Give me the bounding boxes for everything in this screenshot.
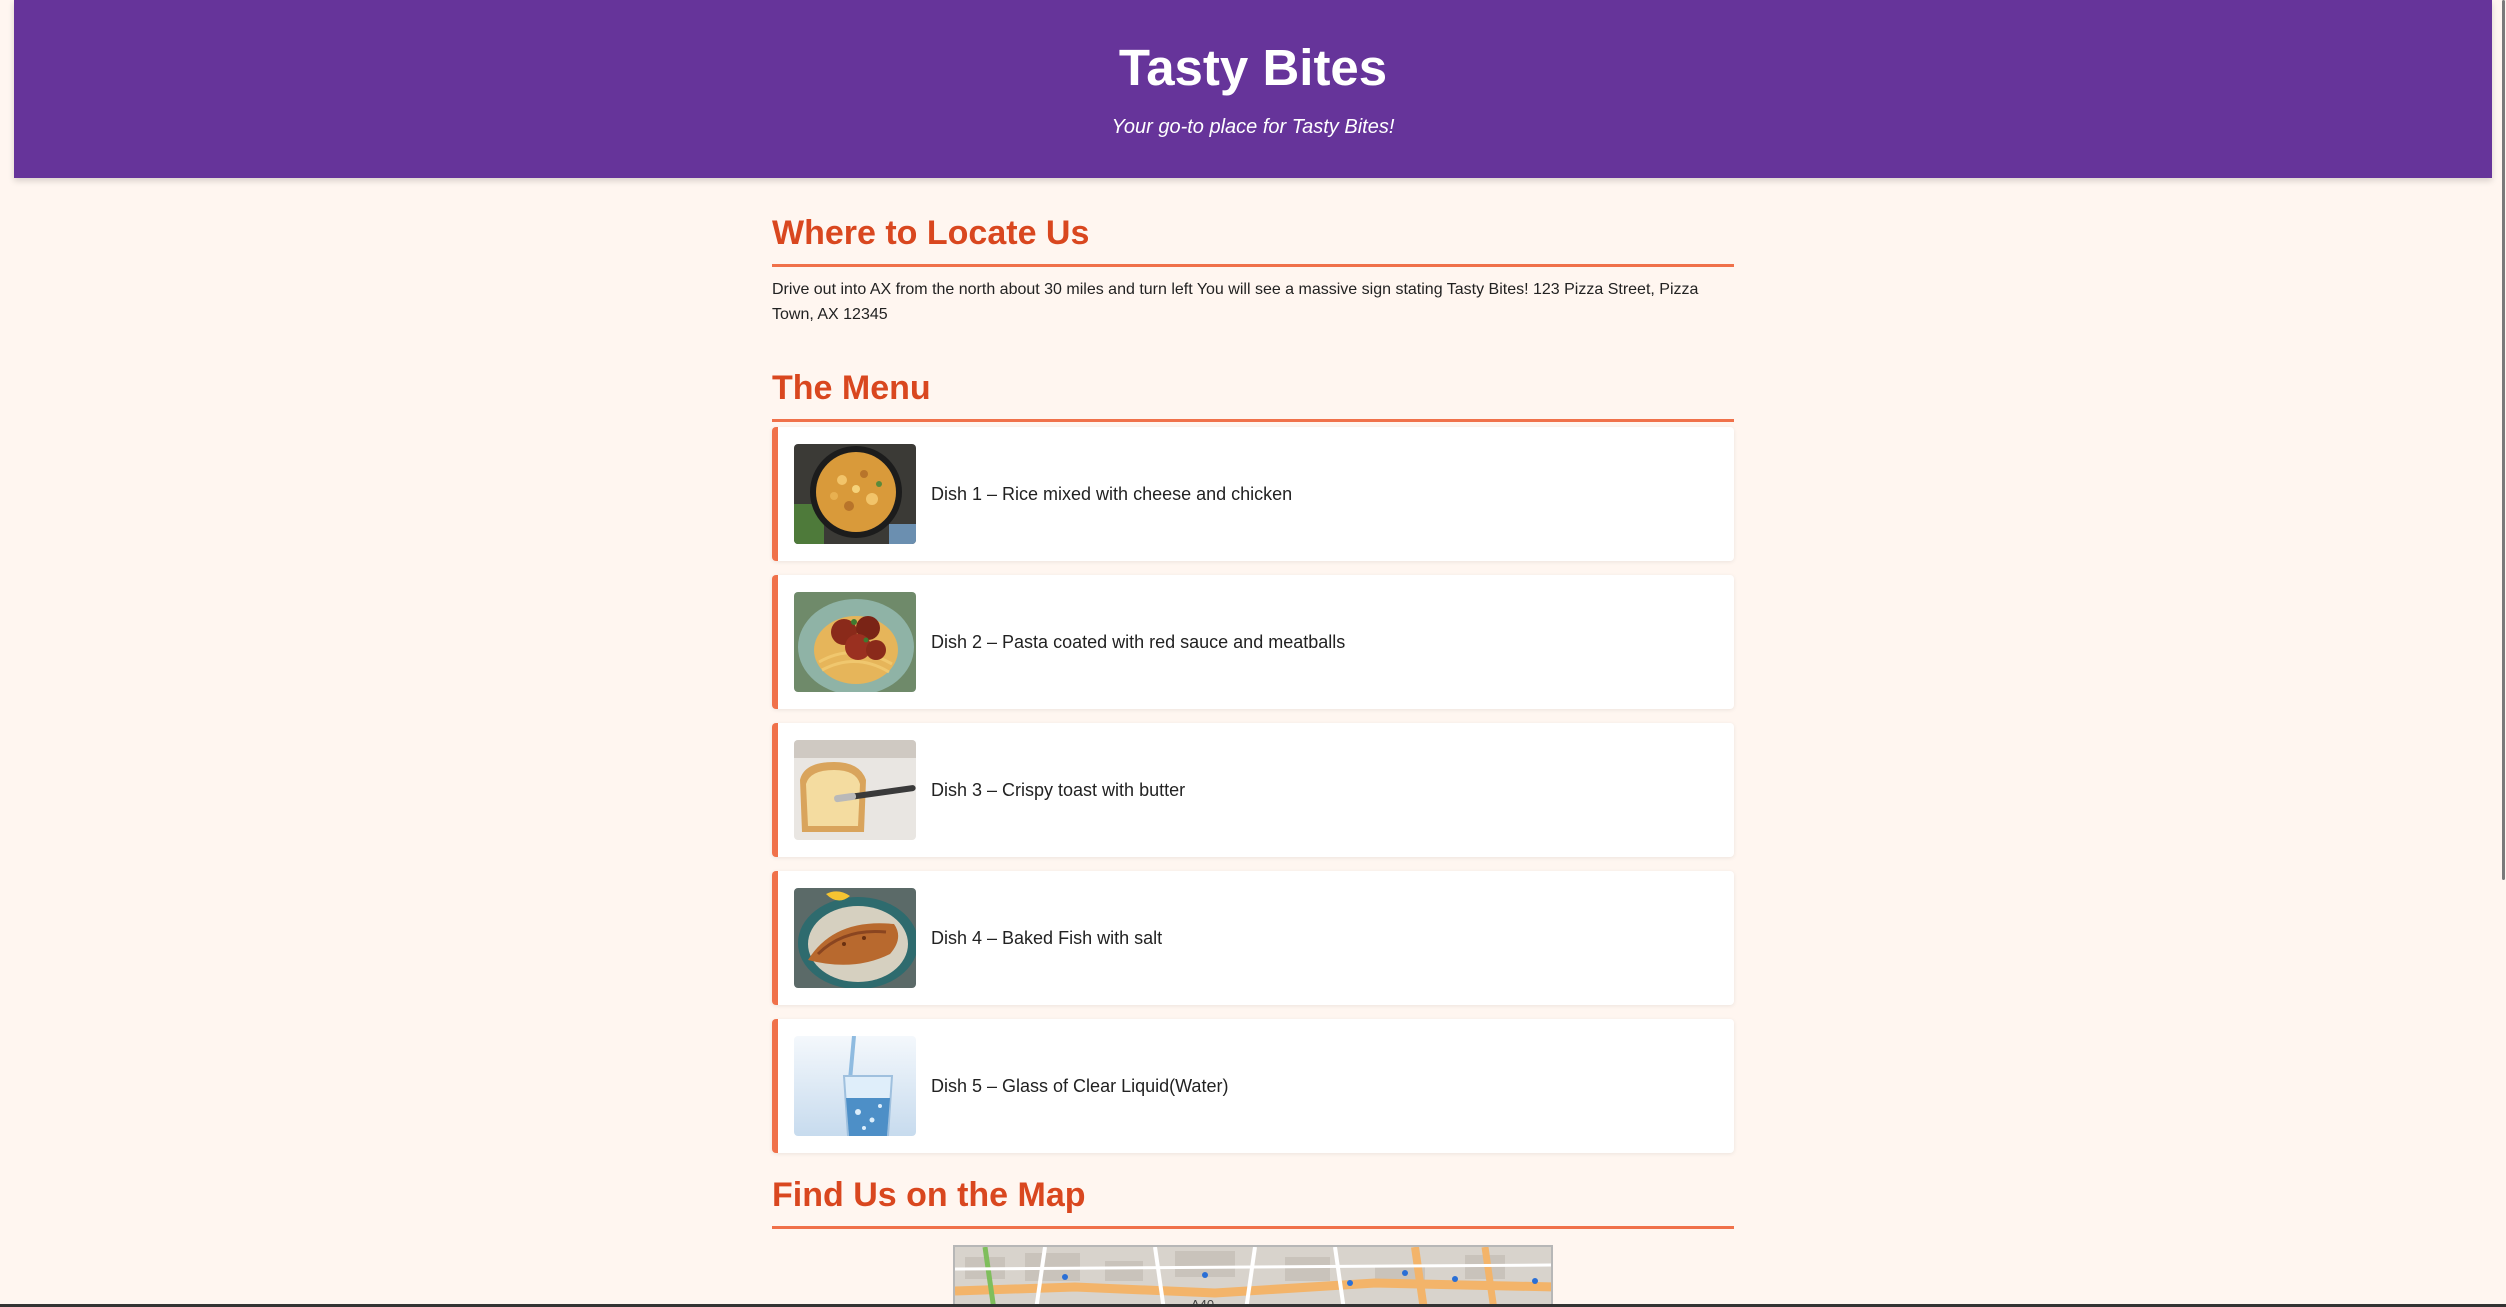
menu-item-dish-3: Dish 3 – Crispy toast with butter <box>772 723 1734 857</box>
dish-label: Dish 2 – Pasta coated with red sauce and… <box>931 631 1346 652</box>
dish-label: Dish 5 – Glass of Clear Liquid(Water) <box>931 1075 1229 1096</box>
scrollbar-thumb[interactable] <box>2502 0 2505 880</box>
menu-item-dish-1: Dish 1 – Rice mixed with cheese and chic… <box>772 427 1734 561</box>
main-content: Where to Locate Us Drive out into AX fro… <box>772 178 1734 1307</box>
site-title: Tasty Bites <box>1118 39 1388 96</box>
dish-label: Dish 3 – Crispy toast with butter <box>931 779 1186 800</box>
menu-heading: The Menu <box>772 367 1734 422</box>
rice-dish-icon <box>794 444 916 544</box>
dish-label: Dish 4 – Baked Fish with salt <box>931 927 1163 948</box>
locate-heading: Where to Locate Us <box>772 212 1734 267</box>
menu-item-dish-2: Dish 2 – Pasta coated with red sauce and… <box>772 575 1734 709</box>
site-header: Tasty Bites Your go-to place for Tasty B… <box>14 0 2492 178</box>
locate-section: Where to Locate Us Drive out into AX fro… <box>772 212 1734 327</box>
menu-section: The Menu Dish 1 – Rice mixed with cheese… <box>772 367 1734 1153</box>
menu-item-dish-5: Dish 5 – Glass of Clear Liquid(Water) <box>772 1019 1734 1153</box>
page: Tasty Bites Your go-to place for Tasty B… <box>0 0 2506 1307</box>
water-glass-icon <box>794 1036 916 1136</box>
menu-item-dish-4: Dish 4 – Baked Fish with salt <box>772 871 1734 1005</box>
site-tagline: Your go-to place for Tasty Bites! <box>1111 116 1395 138</box>
location-map[interactable]: A40 <box>953 1245 1553 1307</box>
locate-directions: Drive out into AX from the north about 3… <box>772 281 1699 323</box>
pasta-dish-icon <box>794 592 916 692</box>
menu-list: Dish 1 – Rice mixed with cheese and chic… <box>772 427 1734 1153</box>
toast-dish-icon <box>794 740 916 840</box>
dish-label: Dish 1 – Rice mixed with cheese and chic… <box>931 483 1293 504</box>
scrollbar[interactable] <box>2498 0 2506 1307</box>
map-section: Find Us on the Map A40 <box>772 1174 1734 1307</box>
fish-dish-icon <box>794 888 916 988</box>
map-heading: Find Us on the Map <box>772 1174 1734 1229</box>
